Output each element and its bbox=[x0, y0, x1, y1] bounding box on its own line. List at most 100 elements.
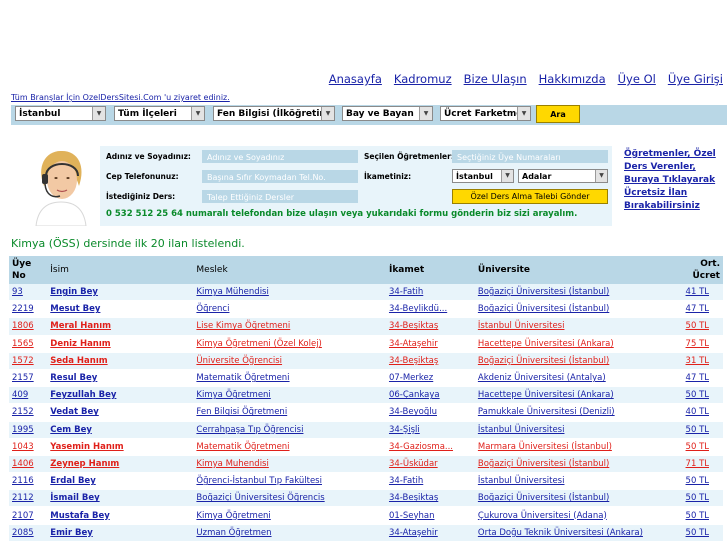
member-job-link[interactable]: Öğrenci bbox=[196, 304, 229, 314]
nav-login-link[interactable]: Üye Girişi bbox=[668, 72, 723, 86]
member-fee-link[interactable]: 50 TL bbox=[686, 511, 709, 521]
table-row[interactable]: 2112 İsmail Bey Boğaziçi Üniversitesi Öğre… bbox=[9, 489, 723, 508]
table-row[interactable]: 2107 Mustafa Bey Kimya Öğretmeni 01-Seyhan Ç… bbox=[9, 506, 723, 525]
member-name-link[interactable]: Deniz Hanım bbox=[50, 339, 110, 349]
member-residence-link[interactable]: 34-Beşiktaş bbox=[389, 493, 438, 503]
member-job-link[interactable]: Kimya Öğretmeni (Özel Kolej) bbox=[196, 339, 321, 349]
member-residence-link[interactable]: 01-Seyhan bbox=[389, 511, 435, 521]
member-university-link[interactable]: Pamukkale Üniversitesi (Denizli) bbox=[478, 407, 615, 417]
member-residence-link[interactable]: 06-Çankaya bbox=[389, 390, 440, 400]
member-name-link[interactable]: Engin Bey bbox=[50, 287, 98, 297]
member-job-link[interactable]: Kimya Mühendisi bbox=[196, 287, 268, 297]
member-fee-link[interactable]: 75 TL bbox=[686, 339, 709, 349]
nav-about-link[interactable]: Hakkımızda bbox=[539, 72, 606, 86]
member-residence-link[interactable]: 34-Şişli bbox=[389, 425, 420, 435]
nav-contact-link[interactable]: Bize Ulaşın bbox=[464, 72, 527, 86]
member-no-link[interactable]: 2085 bbox=[12, 528, 34, 538]
member-university-link[interactable]: Boğaziçi Üniversitesi (İstanbul) bbox=[478, 356, 609, 366]
member-university-link[interactable]: Akdeniz Üniversitesi (Antalya) bbox=[478, 373, 606, 383]
member-job-link[interactable]: Matematik Öğretmeni bbox=[196, 442, 289, 452]
member-fee-link[interactable]: 41 TL bbox=[686, 287, 709, 297]
member-name-link[interactable]: Resul Bey bbox=[50, 373, 97, 383]
member-university-link[interactable]: Boğaziçi Üniversitesi (İstanbul) bbox=[478, 459, 609, 469]
submit-request-button[interactable]: Özel Ders Alma Talebi Gönder bbox=[452, 189, 608, 204]
member-no-link[interactable]: 1572 bbox=[12, 356, 34, 366]
member-name-link[interactable]: Zeynep Hanım bbox=[50, 459, 119, 469]
member-fee-link[interactable]: 40 TL bbox=[686, 407, 709, 417]
lesson-input[interactable]: Talep Ettiğiniz Dersler bbox=[202, 190, 358, 203]
member-job-link[interactable]: Cerrahpaşa Tıp Öğrencisi bbox=[196, 425, 303, 435]
table-row[interactable]: 2085 Emir Bey Uzman Öğretmen 34-Ataşehir Ort… bbox=[9, 524, 723, 542]
table-row[interactable]: 1043 Yasemin Hanım Matematik Öğretmeni 34-G… bbox=[9, 438, 723, 456]
member-university-link[interactable]: Hacettepe Üniversitesi (Ankara) bbox=[478, 339, 614, 349]
member-job-link[interactable]: Lise Kimya Öğretmeni bbox=[196, 321, 290, 331]
member-no-link[interactable]: 2152 bbox=[12, 407, 34, 417]
member-name-link[interactable]: Mesut Bey bbox=[50, 304, 100, 314]
member-job-link[interactable]: Boğaziçi Üniversitesi Öğrencis bbox=[196, 493, 324, 503]
member-name-link[interactable]: Erdal Bey bbox=[50, 476, 95, 486]
member-university-link[interactable]: İstanbul Üniversitesi bbox=[478, 476, 565, 486]
member-university-link[interactable]: Hacettepe Üniversitesi (Ankara) bbox=[478, 390, 614, 400]
table-row[interactable]: 1572 Seda Hanım Üniversite Öğrencisi 34-Beş… bbox=[9, 352, 723, 370]
member-residence-link[interactable]: 34-Beyoğlu bbox=[389, 407, 437, 417]
residence-district-select[interactable]: Adalar ▼ bbox=[518, 169, 608, 183]
residence-city-select[interactable]: İstanbul ▼ bbox=[452, 169, 514, 183]
table-row[interactable]: 409 Feyzullah Bey Kimya Öğretmeni 06-Çankay… bbox=[9, 386, 723, 405]
member-university-link[interactable]: Çukurova Üniversitesi (Adana) bbox=[478, 511, 607, 521]
member-no-link[interactable]: 93 bbox=[12, 287, 23, 297]
member-name-link[interactable]: Seda Hanım bbox=[50, 356, 107, 366]
member-no-link[interactable]: 1565 bbox=[12, 339, 34, 349]
member-no-link[interactable]: 409 bbox=[12, 390, 28, 400]
member-name-link[interactable]: İsmail Bey bbox=[50, 493, 99, 503]
member-job-link[interactable]: Öğrenci-İstanbul Tıp Fakültesi bbox=[196, 476, 322, 486]
member-no-link[interactable]: 1806 bbox=[12, 321, 34, 331]
member-no-link[interactable]: 2219 bbox=[12, 304, 34, 314]
member-university-link[interactable]: Marmara Üniversitesi (İstanbul) bbox=[478, 442, 612, 452]
member-no-link[interactable]: 2157 bbox=[12, 373, 34, 383]
member-name-link[interactable]: Feyzullah Bey bbox=[50, 390, 116, 400]
member-university-link[interactable]: Boğaziçi Üniversitesi (İstanbul) bbox=[478, 493, 609, 503]
selected-teachers-input[interactable]: Seçtiğiniz Üye Numaraları bbox=[452, 150, 608, 163]
gender-select[interactable]: Bay ve Bayan ▼ bbox=[342, 106, 433, 121]
name-input[interactable]: Adınız ve Soyadınız bbox=[202, 150, 358, 163]
table-row[interactable]: 1995 Cem Bey Cerrahpaşa Tıp Öğrencisi 34-Şi… bbox=[9, 421, 723, 439]
member-fee-link[interactable]: 50 TL bbox=[686, 321, 709, 331]
table-row[interactable]: 93 Engin Bey Kimya Mühendisi 34-Fatih Boğazi… bbox=[9, 284, 723, 302]
member-university-link[interactable]: İstanbul Üniversitesi bbox=[478, 425, 565, 435]
nav-home-link[interactable]: Anasayfa bbox=[329, 72, 382, 86]
nav-staff-link[interactable]: Kadromuz bbox=[394, 72, 452, 86]
member-name-link[interactable]: Yasemin Hanım bbox=[50, 442, 123, 452]
table-row[interactable]: 1565 Deniz Hanım Kimya Öğretmeni (Özel Kol… bbox=[9, 335, 723, 353]
member-no-link[interactable]: 1406 bbox=[12, 459, 34, 469]
member-job-link[interactable]: Kimya Öğretmeni bbox=[196, 390, 270, 400]
member-fee-link[interactable]: 47 TL bbox=[686, 373, 709, 383]
city-select[interactable]: İstanbul ▼ bbox=[15, 106, 106, 121]
member-no-link[interactable]: 1995 bbox=[12, 425, 34, 435]
member-residence-link[interactable]: 34-Beşiktaş bbox=[389, 356, 438, 366]
table-row[interactable]: 2116 Erdal Bey Öğrenci-İstanbul Tıp Fakült… bbox=[9, 472, 723, 491]
member-job-link[interactable]: Matematik Öğretmeni bbox=[196, 373, 289, 383]
member-fee-link[interactable]: 50 TL bbox=[686, 476, 709, 486]
nav-register-link[interactable]: Üye Ol bbox=[618, 72, 656, 86]
free-ad-link[interactable]: Öğretmenler, Özel Ders Verenler, Buraya … bbox=[624, 148, 724, 213]
member-no-link[interactable]: 2107 bbox=[12, 511, 34, 521]
table-row[interactable]: 2219 Mesut Bey Öğrenci 34-Beylikdü... Boğazi… bbox=[9, 300, 723, 319]
member-job-link[interactable]: Üniversite Öğrencisi bbox=[196, 356, 282, 366]
member-residence-link[interactable]: 34-Beylikdü... bbox=[389, 304, 447, 314]
member-fee-link[interactable]: 50 TL bbox=[686, 390, 709, 400]
member-fee-link[interactable]: 50 TL bbox=[686, 425, 709, 435]
member-residence-link[interactable]: 07-Merkez bbox=[389, 373, 433, 383]
phone-input[interactable]: Başına Sıfır Koymadan Tel.No. bbox=[202, 170, 358, 183]
member-university-link[interactable]: Boğaziçi Üniversitesi (İstanbul) bbox=[478, 304, 609, 314]
member-name-link[interactable]: Vedat Bey bbox=[50, 407, 99, 417]
member-residence-link[interactable]: 34-Beşiktaş bbox=[389, 321, 438, 331]
table-row[interactable]: 1806 Meral Hanım Lise Kimya Öğretmeni 34-Be… bbox=[9, 317, 723, 336]
member-fee-link[interactable]: 50 TL bbox=[686, 442, 709, 452]
member-fee-link[interactable]: 50 TL bbox=[686, 493, 709, 503]
member-university-link[interactable]: Orta Doğu Teknik Üniversitesi (Ankara) bbox=[478, 528, 643, 538]
member-name-link[interactable]: Cem Bey bbox=[50, 425, 92, 435]
member-job-link[interactable]: Uzman Öğretmen bbox=[196, 528, 271, 538]
member-name-link[interactable]: Emir Bey bbox=[50, 528, 93, 538]
table-row[interactable]: 1406 Zeynep Hanım Kimya Muhendisi 34-Üsküda… bbox=[9, 455, 723, 474]
member-residence-link[interactable]: 34-Gaziosma... bbox=[389, 442, 453, 452]
